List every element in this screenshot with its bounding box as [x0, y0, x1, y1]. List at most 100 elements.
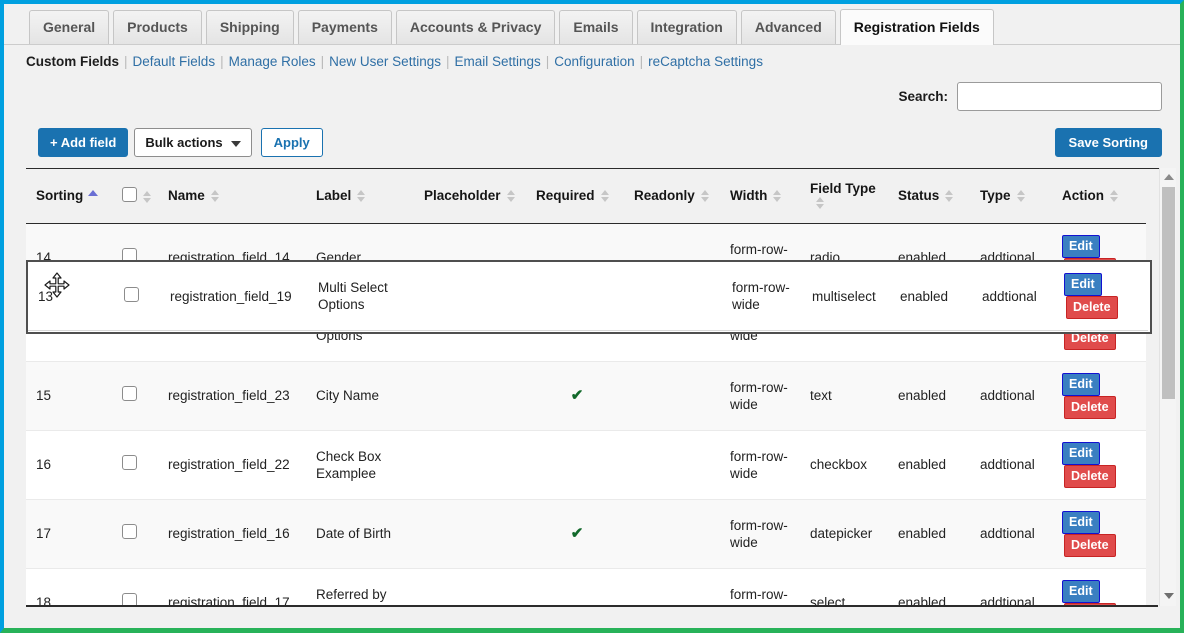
tab-registration-fields[interactable]: Registration Fields — [840, 9, 994, 45]
subnav-separator: | — [635, 54, 649, 69]
table-row[interactable]: 18registration_field_17Referred by Membe… — [26, 568, 1146, 606]
cell-type: addtional — [970, 499, 1052, 568]
scrollbar-thumb[interactable] — [1162, 187, 1175, 399]
cell-width: form-row-wide — [720, 568, 800, 606]
sort-toggle-icon[interactable] — [357, 190, 366, 202]
subnav-breadcrumb: Custom Fields | Default Fields | Manage Role… — [4, 45, 1180, 73]
subnav-link-email-settings[interactable]: Email Settings — [454, 54, 540, 69]
column-header-select-all[interactable] — [112, 169, 158, 223]
column-header-label: Required — [536, 188, 595, 203]
row-checkbox[interactable] — [122, 317, 137, 332]
tab-payments[interactable]: Payments — [298, 10, 392, 44]
bulk-actions-select[interactable]: Bulk actions — [134, 128, 251, 157]
search-label: Search: — [898, 89, 948, 104]
cell-name: registration_field_22 — [158, 430, 306, 499]
tab-shipping[interactable]: Shipping — [206, 10, 294, 44]
table-vertical-scrollbar[interactable] — [1159, 168, 1176, 606]
edit-button[interactable]: Edit — [1062, 304, 1100, 327]
tab-integration[interactable]: Integration — [637, 10, 737, 44]
edit-button[interactable]: Edit — [1062, 442, 1100, 465]
delete-button[interactable]: Delete — [1064, 327, 1116, 350]
edit-button[interactable]: Edit — [1062, 373, 1100, 396]
sort-toggle-icon[interactable] — [1017, 190, 1026, 202]
sort-toggle-icon[interactable] — [773, 190, 782, 202]
cell-field_type: datepicker — [800, 499, 888, 568]
sort-toggle-icon[interactable] — [211, 190, 220, 202]
column-header-width[interactable]: Width — [720, 169, 800, 223]
subnav-link-default-fields[interactable]: Default Fields — [133, 54, 216, 69]
select-all-checkbox[interactable] — [122, 187, 137, 202]
cell-width: form-row-wide — [720, 430, 800, 499]
tab-general[interactable]: General — [29, 10, 109, 44]
table-toolbar: + Add field Bulk actions Apply — [38, 128, 323, 157]
sort-toggle-icon[interactable] — [601, 190, 610, 202]
edit-button[interactable]: Edit — [1062, 580, 1100, 603]
scroll-up-arrow-icon[interactable] — [1160, 168, 1177, 185]
tab-accounts-privacy[interactable]: Accounts & Privacy — [396, 10, 556, 44]
subnav-link-recaptcha-settings[interactable]: reCaptcha Settings — [648, 54, 763, 69]
cell-required — [526, 430, 624, 499]
save-sorting-button[interactable]: Save Sorting — [1055, 128, 1162, 157]
subnav-link-configuration[interactable]: Configuration — [554, 54, 634, 69]
cell-type: addtional — [970, 292, 1052, 361]
cell-sorting: 15 — [26, 361, 112, 430]
sort-toggle-icon[interactable] — [816, 197, 825, 209]
delete-button[interactable]: Delete — [1064, 465, 1116, 488]
column-header-name[interactable]: Name — [158, 169, 306, 223]
cell-placeholder — [414, 292, 526, 361]
sort-toggle-icon[interactable] — [701, 190, 710, 202]
subnav-link-custom-fields: Custom Fields — [26, 54, 119, 69]
sort-toggle-icon[interactable] — [143, 191, 152, 203]
subnav-separator: | — [441, 54, 455, 69]
cell-required — [526, 292, 624, 361]
cell-placeholder — [414, 568, 526, 606]
sort-ascending-icon — [88, 190, 98, 196]
search-input[interactable] — [957, 82, 1162, 111]
tab-advanced[interactable]: Advanced — [741, 10, 836, 44]
column-header-status[interactable]: Status — [888, 169, 970, 223]
bulk-actions-label: Bulk actions — [145, 135, 222, 150]
row-checkbox[interactable] — [122, 524, 137, 539]
delete-button[interactable]: Delete — [1064, 258, 1116, 281]
scroll-down-arrow-icon[interactable] — [1160, 587, 1177, 604]
cell-status: enabled — [888, 223, 970, 292]
column-header-action[interactable]: Action — [1052, 169, 1146, 223]
column-header-placeholder[interactable]: Placeholder — [414, 169, 526, 223]
table-row[interactable]: 16registration_field_22Check Box Example… — [26, 430, 1146, 499]
add-field-button[interactable]: + Add field — [38, 128, 128, 157]
column-header-label[interactable]: Label — [306, 169, 414, 223]
column-header-sorting[interactable]: Sorting — [26, 169, 112, 223]
sort-toggle-icon[interactable] — [1110, 190, 1119, 202]
sort-toggle-icon[interactable] — [945, 190, 954, 202]
tab-emails[interactable]: Emails — [559, 10, 632, 44]
table-header: Sorting NameLabelPlaceholder Required Reado… — [26, 169, 1146, 223]
subnav-link-new-user-settings[interactable]: New User Settings — [329, 54, 441, 69]
edit-button[interactable]: Edit — [1062, 511, 1100, 534]
table-row[interactable]: 15registration_field_23City Name✔form-ro… — [26, 361, 1146, 430]
edit-button[interactable]: Edit — [1062, 235, 1100, 258]
cell-required: ✔ — [526, 361, 624, 430]
tab-products[interactable]: Products — [113, 10, 202, 44]
table-row[interactable]: 14registration_field_14Genderform-row-wi… — [26, 223, 1146, 292]
row-checkbox[interactable] — [122, 455, 137, 470]
column-header-label: Status — [898, 188, 939, 203]
table-row[interactable]: 17registration_field_16Date of Birth✔for… — [26, 499, 1146, 568]
delete-button[interactable]: Delete — [1064, 396, 1116, 419]
table-row[interactable]: 13registration_field_19Multi Select Opti… — [26, 292, 1146, 361]
column-header-type[interactable]: Type — [970, 169, 1052, 223]
apply-button[interactable]: Apply — [261, 128, 323, 157]
column-header-readonly[interactable]: Readonly — [624, 169, 720, 223]
cell-type: addtional — [970, 223, 1052, 292]
sort-toggle-icon[interactable] — [507, 190, 516, 202]
row-checkbox[interactable] — [122, 248, 137, 263]
subnav-link-manage-roles[interactable]: Manage Roles — [229, 54, 316, 69]
row-select-cell — [112, 499, 158, 568]
column-header-required[interactable]: Required — [526, 169, 624, 223]
column-header-label: Readonly — [634, 188, 695, 203]
cell-placeholder — [414, 430, 526, 499]
delete-button[interactable]: Delete — [1064, 534, 1116, 557]
cell-sorting: 17 — [26, 499, 112, 568]
cell-field_type: radio — [800, 223, 888, 292]
column-header-field-type[interactable]: Field Type — [800, 169, 888, 223]
row-checkbox[interactable] — [122, 386, 137, 401]
